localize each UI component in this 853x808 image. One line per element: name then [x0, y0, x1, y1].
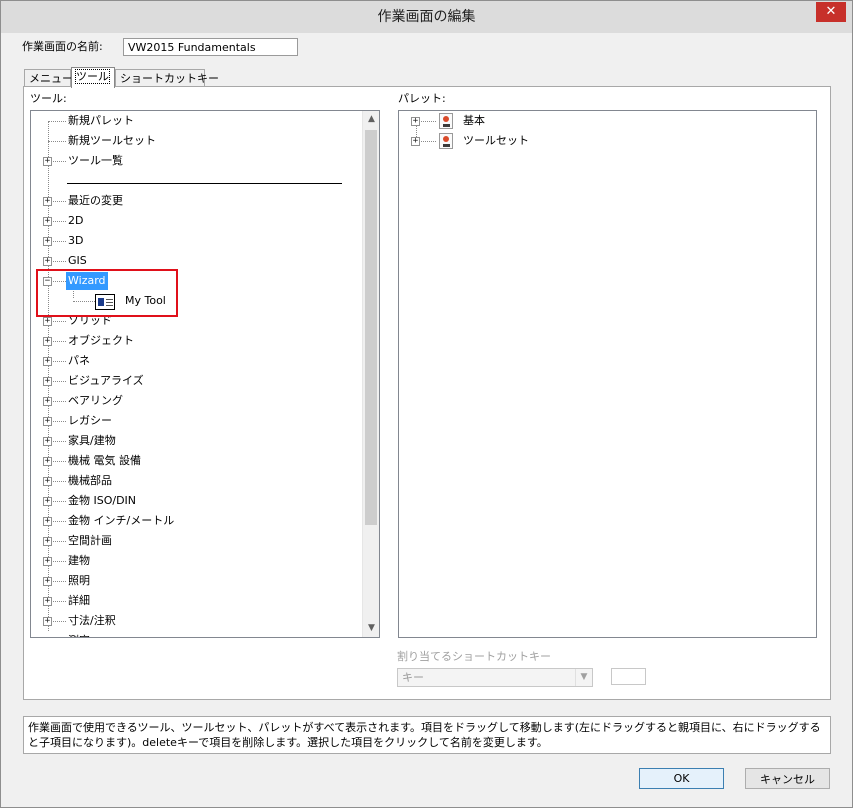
tree-item-hardware-inch-metric[interactable]: + 金物 インチ/メートル: [31, 512, 361, 530]
tree-item-recent-changes[interactable]: + 最近の変更: [31, 192, 361, 210]
expand-icon[interactable]: +: [43, 477, 52, 486]
tools-label: ツール:: [30, 92, 67, 105]
tree-separator: [67, 183, 342, 184]
scroll-up-icon[interactable]: ▲: [363, 111, 379, 128]
tree-item-furniture-building[interactable]: + 家具/建物: [31, 432, 361, 450]
close-button[interactable]: ✕: [816, 2, 846, 22]
expand-icon[interactable]: +: [43, 577, 52, 586]
tree-item-dimension-notes[interactable]: + 寸法/注釈: [31, 612, 361, 630]
expand-icon[interactable]: +: [43, 337, 52, 346]
palette-item-toolset[interactable]: + ツールセット: [399, 132, 799, 150]
tools-tree-scrollbar[interactable]: ▲ ▼: [362, 111, 379, 637]
tree-item-new-palette[interactable]: 新規パレット: [31, 112, 361, 130]
tab-tools[interactable]: ツール: [71, 67, 115, 88]
scroll-down-icon[interactable]: ▼: [363, 620, 379, 637]
tree-item-gis[interactable]: + GIS: [31, 252, 361, 270]
tree-item-lighting[interactable]: + 照明: [31, 572, 361, 590]
expand-icon[interactable]: +: [43, 417, 52, 426]
expand-icon[interactable]: +: [43, 217, 52, 226]
tree-item-detail[interactable]: + 詳細: [31, 592, 361, 610]
expand-icon[interactable]: +: [43, 497, 52, 506]
title-bar: 作業画面の編集: [1, 1, 852, 33]
expand-icon[interactable]: +: [45, 637, 50, 638]
tree-item-object[interactable]: + オブジェクト: [31, 332, 361, 350]
tree-item-machine-parts[interactable]: + 機械部品: [31, 472, 361, 490]
ok-button[interactable]: OK: [639, 768, 724, 789]
shortcut-key-select[interactable]: キー ▼: [397, 668, 593, 687]
workspace-name-label: 作業画面の名前:: [22, 40, 103, 53]
expand-icon[interactable]: +: [43, 357, 52, 366]
expand-icon[interactable]: +: [43, 377, 52, 386]
tree-item-mep[interactable]: + 機械 電気 設備: [31, 452, 361, 470]
tree-item-visualize[interactable]: + ビジュアライズ: [31, 372, 361, 390]
tree-item-new-toolset[interactable]: 新規ツールセット: [31, 132, 361, 150]
expand-icon[interactable]: +: [411, 117, 420, 126]
tree-item-measure[interactable]: + 測定: [31, 632, 361, 638]
tree-item-building[interactable]: + 建物: [31, 552, 361, 570]
chevron-down-icon: ▼: [575, 669, 592, 686]
workspace-name-input[interactable]: [123, 38, 298, 56]
palette-item-basic[interactable]: + 基本: [399, 112, 799, 130]
annotation-highlight-box: [36, 269, 178, 317]
tree-item-bearing[interactable]: + ベアリング: [31, 392, 361, 410]
edit-workspace-dialog: 作業画面の編集 ✕ 作業画面の名前: メニュー ツール ショートカットキー ツー…: [0, 0, 853, 808]
tree-item-spring[interactable]: + パネ: [31, 352, 361, 370]
expand-icon[interactable]: +: [43, 537, 52, 546]
cancel-button[interactable]: キャンセル: [745, 768, 830, 789]
expand-icon[interactable]: +: [411, 137, 420, 146]
scroll-thumb[interactable]: [365, 130, 377, 525]
tree-item-legacy[interactable]: + レガシー: [31, 412, 361, 430]
palette-icon: [439, 113, 453, 129]
palette-icon: [439, 133, 453, 149]
help-text: 作業画面で使用できるツール、ツールセット、パレットがすべて表示されます。項目をド…: [23, 716, 831, 754]
tools-tree[interactable]: 新規パレット 新規ツールセット + ツール一覧 + 最近の変更 + 2D + 3…: [30, 110, 380, 638]
palettes-label: パレット:: [398, 92, 446, 105]
expand-icon[interactable]: +: [43, 317, 52, 326]
assign-shortcut-label: 割り当てるショートカットキー: [397, 650, 551, 663]
tree-item-hardware-iso-din[interactable]: + 金物 ISO/DIN: [31, 492, 361, 510]
close-icon: ✕: [825, 4, 837, 19]
tree-item-space-planning[interactable]: + 空間計画: [31, 532, 361, 550]
tree-item-3d[interactable]: + 3D: [31, 232, 361, 250]
expand-icon[interactable]: +: [43, 617, 52, 626]
tree-item-tool-list[interactable]: + ツール一覧: [31, 152, 361, 170]
tab-menu[interactable]: メニュー: [24, 69, 73, 87]
expand-icon[interactable]: +: [43, 457, 52, 466]
palettes-tree[interactable]: + 基本 + ツールセット: [398, 110, 817, 638]
expand-icon[interactable]: +: [43, 517, 52, 526]
expand-icon[interactable]: +: [43, 397, 52, 406]
tree-item-2d[interactable]: + 2D: [31, 212, 361, 230]
expand-icon[interactable]: +: [43, 597, 52, 606]
expand-icon[interactable]: +: [43, 557, 52, 566]
expand-icon[interactable]: +: [43, 157, 52, 166]
expand-icon[interactable]: +: [43, 237, 52, 246]
expand-icon[interactable]: +: [43, 437, 52, 446]
window-title: 作業画面の編集: [377, 9, 476, 25]
expand-icon[interactable]: +: [43, 197, 52, 206]
shortcut-key-field[interactable]: [611, 668, 646, 685]
tab-shortcut-keys[interactable]: ショートカットキー: [115, 69, 219, 87]
expand-icon[interactable]: +: [43, 257, 52, 266]
